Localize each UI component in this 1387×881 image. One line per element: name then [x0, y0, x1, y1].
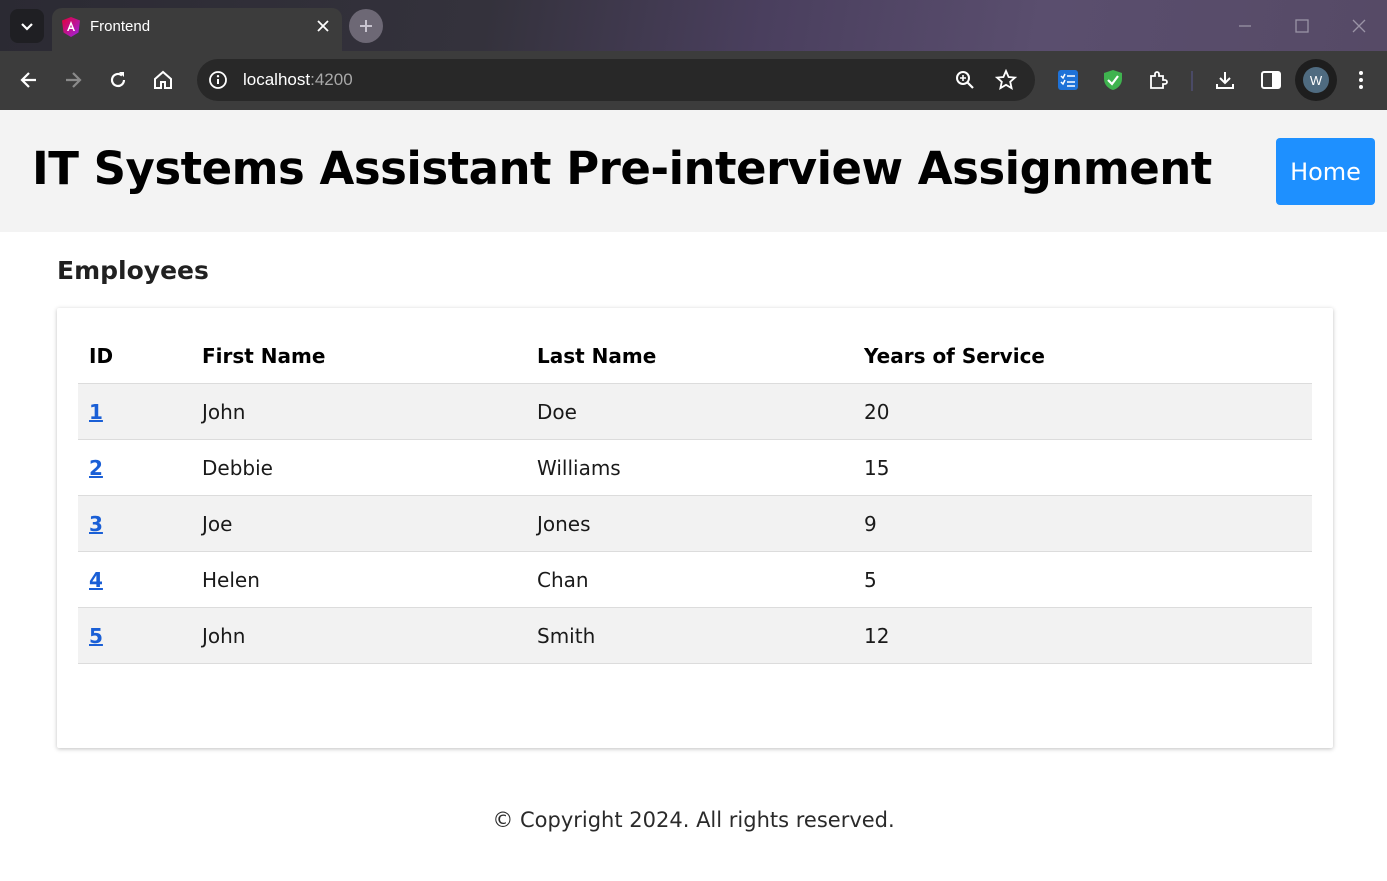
cell-last-name: Doe: [526, 383, 853, 440]
cell-years: 12: [853, 607, 1312, 664]
url-text: localhost:4200: [243, 70, 353, 89]
table-row: 2 Debbie Williams 15: [78, 439, 1312, 496]
cell-years: 15: [853, 439, 1312, 496]
toolbar-divider: [1191, 71, 1193, 91]
browser-toolbar: localhost:4200 W: [0, 51, 1387, 110]
cell-last-name: Jones: [526, 495, 853, 552]
shield-extension-icon[interactable]: [1102, 69, 1124, 91]
more-menu-icon[interactable]: [1350, 69, 1372, 91]
plus-icon: [360, 20, 372, 32]
home-button[interactable]: Home: [1276, 138, 1375, 205]
bookmark-star-icon[interactable]: [995, 69, 1017, 91]
cell-last-name: Chan: [526, 551, 853, 608]
window-close-icon[interactable]: [1351, 18, 1367, 34]
browser-tab-active[interactable]: Frontend: [52, 8, 342, 51]
employees-heading: Employees: [57, 256, 209, 285]
employee-id-link[interactable]: 2: [89, 456, 103, 480]
cell-id: 1: [78, 383, 191, 440]
back-arrow-icon[interactable]: [18, 69, 40, 91]
table-row: 5 John Smith 12: [78, 607, 1312, 664]
employee-id-link[interactable]: 1: [89, 400, 103, 424]
cell-last-name: Williams: [526, 439, 853, 496]
table-header-row: ID First Name Last Name Years of Service: [78, 328, 1312, 384]
employees-card: ID First Name Last Name Years of Service…: [57, 308, 1333, 748]
home-icon[interactable]: [152, 69, 174, 91]
employees-table: ID First Name Last Name Years of Service…: [78, 328, 1312, 664]
cell-first-name: Joe: [191, 495, 526, 552]
employee-id-link[interactable]: 3: [89, 512, 103, 536]
angular-logo-icon: [62, 17, 80, 37]
tab-title: Frontend: [90, 18, 151, 35]
chevron-down-icon: [21, 23, 33, 31]
address-bar[interactable]: localhost:4200: [197, 59, 1035, 101]
table-row: 3 Joe Jones 9: [78, 495, 1312, 552]
site-header: IT Systems Assistant Pre-interview Assig…: [0, 110, 1387, 232]
close-icon[interactable]: [316, 19, 330, 33]
profile-button[interactable]: W: [1295, 59, 1337, 101]
column-header-years-of-service: Years of Service: [853, 328, 1312, 384]
cell-years: 5: [853, 551, 1312, 608]
cell-years: 20: [853, 383, 1312, 440]
cell-last-name: Smith: [526, 607, 853, 664]
minimize-icon[interactable]: [1237, 18, 1253, 34]
tab-search-button[interactable]: [10, 9, 44, 43]
forward-arrow-icon[interactable]: [62, 69, 84, 91]
browser-tab-strip: Frontend: [0, 0, 1387, 51]
download-icon[interactable]: [1214, 69, 1236, 91]
reload-icon[interactable]: [107, 69, 129, 91]
cell-years: 9: [853, 495, 1312, 552]
extensions-puzzle-icon[interactable]: [1147, 69, 1169, 91]
page-content: IT Systems Assistant Pre-interview Assig…: [0, 110, 1387, 881]
column-header-first-name: First Name: [191, 328, 526, 384]
table-row: 4 Helen Chan 5: [78, 551, 1312, 608]
site-info-icon[interactable]: [208, 70, 228, 90]
cell-first-name: John: [191, 383, 526, 440]
table-row: 1 John Doe 20: [78, 383, 1312, 440]
maximize-icon[interactable]: [1294, 18, 1310, 34]
avatar: W: [1303, 67, 1329, 93]
cell-first-name: Helen: [191, 551, 526, 608]
cell-id: 5: [78, 607, 191, 664]
cell-first-name: Debbie: [191, 439, 526, 496]
employee-id-link[interactable]: 5: [89, 624, 103, 648]
footer-copyright: © Copyright 2024. All rights reserved.: [492, 808, 895, 832]
new-tab-button[interactable]: [349, 9, 383, 43]
employee-id-link[interactable]: 4: [89, 568, 103, 592]
cell-id: 3: [78, 495, 191, 552]
page-title: IT Systems Assistant Pre-interview Assig…: [32, 142, 1212, 195]
checklist-extension-icon[interactable]: [1057, 69, 1079, 91]
side-panel-icon[interactable]: [1260, 69, 1282, 91]
column-header-id: ID: [78, 328, 191, 384]
cell-id: 2: [78, 439, 191, 496]
cell-first-name: John: [191, 607, 526, 664]
cell-id: 4: [78, 551, 191, 608]
column-header-last-name: Last Name: [526, 328, 853, 384]
zoom-icon[interactable]: [954, 69, 976, 91]
